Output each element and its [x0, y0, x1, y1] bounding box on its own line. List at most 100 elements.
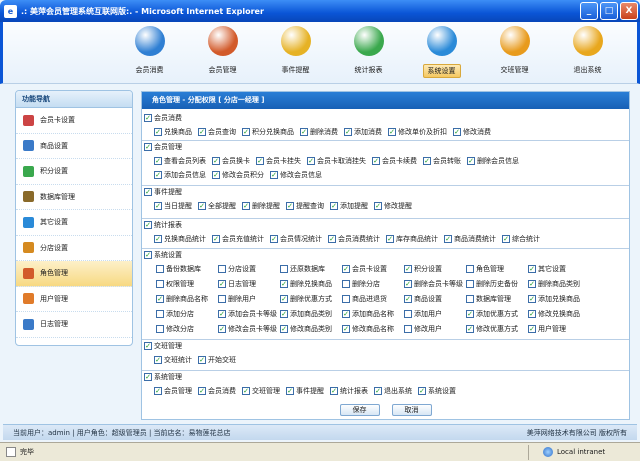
permission-checkbox[interactable]: ✓ [528, 295, 536, 303]
permission-item[interactable]: ✓ 添加商品类别 [280, 309, 332, 319]
permission-checkbox[interactable]: ✓ [502, 235, 510, 243]
permission-checkbox[interactable]: ✓ [242, 128, 250, 136]
permission-item[interactable]: 分店设置 [218, 264, 256, 274]
sidebar-item-0[interactable]: 会员卡设置 [16, 108, 132, 134]
permission-checkbox[interactable]: ✓ [154, 387, 162, 395]
permission-item[interactable]: ✓ 会员管理 [154, 386, 192, 396]
permission-checkbox[interactable]: ✓ [344, 128, 352, 136]
permission-item[interactable]: ✓ 商品消费统计 [444, 234, 496, 244]
permission-item[interactable]: ✓ 积分兑换商品 [242, 127, 294, 137]
permission-item[interactable]: ✓ 会员换卡 [212, 156, 250, 166]
permission-checkbox[interactable]: ✓ [330, 387, 338, 395]
permission-checkbox[interactable]: ✓ [328, 235, 336, 243]
permission-item[interactable]: ✓ 库存商品统计 [386, 234, 438, 244]
permission-checkbox[interactable]: ✓ [242, 387, 250, 395]
permission-item[interactable]: ✓ 会员情况统计 [270, 234, 322, 244]
permission-item[interactable]: ✓ 添加优惠方式 [466, 309, 518, 319]
permission-checkbox[interactable]: ✓ [423, 157, 431, 165]
permission-item[interactable]: ✓ 日志管理 [218, 279, 256, 289]
permission-item[interactable]: ✓ 修改会员卡等级 [218, 324, 277, 334]
permission-item[interactable]: ✓ 修改商品名称 [342, 324, 394, 334]
permission-item[interactable]: ✓ 会员卡挂失 [256, 156, 301, 166]
permission-item[interactable]: ✓ 用户管理 [528, 324, 566, 334]
permission-checkbox[interactable]: ✓ [218, 280, 226, 288]
permission-item[interactable]: 添加分店 [156, 309, 194, 319]
permission-checkbox[interactable]: ✓ [198, 128, 206, 136]
nav-item-5[interactable]: 交班管理 [478, 22, 551, 84]
permission-item[interactable]: ✓ 修改优惠方式 [466, 324, 518, 334]
permission-checkbox[interactable]: ✓ [528, 325, 536, 333]
permission-item[interactable]: 商品进退货 [342, 294, 387, 304]
permission-item[interactable]: 修改用户 [404, 324, 442, 334]
permission-checkbox[interactable]: ✓ [270, 235, 278, 243]
permission-checkbox[interactable]: ✓ [154, 235, 162, 243]
permission-checkbox[interactable] [280, 265, 288, 273]
permission-checkbox[interactable] [342, 280, 350, 288]
permission-checkbox[interactable]: ✓ [198, 356, 206, 364]
permission-item[interactable]: ✓ 统计报表 [330, 386, 368, 396]
section-title[interactable]: ✓ 会员消费 [144, 113, 182, 123]
permission-item[interactable]: 删除历史备份 [466, 279, 518, 289]
permission-checkbox[interactable]: ✓ [154, 128, 162, 136]
nav-item-6[interactable]: 退出系统 [551, 22, 624, 84]
permission-item[interactable]: 还原数据库 [280, 264, 325, 274]
permission-checkbox[interactable] [218, 265, 226, 273]
permission-checkbox[interactable] [156, 310, 164, 318]
permission-item[interactable]: ✓ 会员卡续费 [372, 156, 417, 166]
permission-item[interactable]: ✓ 交班管理 [242, 386, 280, 396]
section-title[interactable]: ✓ 会员管理 [144, 142, 182, 152]
permission-item[interactable]: ✓ 修改消费 [453, 127, 491, 137]
nav-item-2[interactable]: 事件提醒 [259, 22, 332, 84]
permission-item[interactable]: 修改分店 [156, 324, 194, 334]
permission-checkbox[interactable]: ✓ [280, 295, 288, 303]
permission-item[interactable]: ✓ 系统设置 [418, 386, 456, 396]
permission-item[interactable]: ✓ 商品设置 [404, 294, 442, 304]
permission-checkbox[interactable]: ✓ [528, 280, 536, 288]
permission-item[interactable]: ✓ 提醒查询 [286, 201, 324, 211]
sidebar-item-1[interactable]: 商品设置 [16, 134, 132, 159]
permission-checkbox[interactable]: ✓ [386, 235, 394, 243]
permission-checkbox[interactable]: ✓ [466, 310, 474, 318]
permission-item[interactable]: ✓ 事件提醒 [286, 386, 324, 396]
permission-checkbox[interactable]: ✓ [466, 325, 474, 333]
permission-item[interactable]: ✓ 会员消费 [198, 386, 236, 396]
close-button[interactable]: X [620, 2, 638, 20]
permission-item[interactable]: ✓ 会员查询 [198, 127, 236, 137]
permission-item[interactable]: ✓ 积分设置 [404, 264, 442, 274]
permission-item[interactable]: ✓ 查看会员列表 [154, 156, 206, 166]
section-checkbox[interactable]: ✓ [144, 143, 152, 151]
permission-item[interactable]: ✓ 删除优惠方式 [280, 294, 332, 304]
permission-checkbox[interactable]: ✓ [286, 387, 294, 395]
permission-item[interactable]: ✓ 修改单价及折扣 [388, 127, 447, 137]
permission-item[interactable]: ✓ 添加会员卡等级 [218, 309, 277, 319]
permission-checkbox[interactable]: ✓ [154, 202, 162, 210]
permission-item[interactable]: ✓ 修改会员积分 [212, 170, 264, 180]
section-checkbox[interactable]: ✓ [144, 251, 152, 259]
permission-checkbox[interactable]: ✓ [528, 310, 536, 318]
permission-item[interactable]: ✓ 退出系统 [374, 386, 412, 396]
permission-checkbox[interactable] [156, 280, 164, 288]
section-title[interactable]: ✓ 事件提醒 [144, 187, 182, 197]
permission-item[interactable]: ✓ 综合统计 [502, 234, 540, 244]
permission-checkbox[interactable]: ✓ [404, 265, 412, 273]
maximize-button[interactable]: □ [600, 2, 618, 20]
permission-item[interactable]: ✓ 兑换商品统计 [154, 234, 206, 244]
permission-item[interactable]: ✓ 添加商品名称 [342, 309, 394, 319]
permission-checkbox[interactable]: ✓ [218, 325, 226, 333]
permission-item[interactable]: ✓ 添加消费 [344, 127, 382, 137]
section-checkbox[interactable]: ✓ [144, 188, 152, 196]
permission-item[interactable]: ✓ 修改提醒 [374, 201, 412, 211]
permission-item[interactable]: ✓ 删除商品名称 [156, 294, 208, 304]
nav-item-4[interactable]: 系统设置 [405, 22, 478, 84]
permission-checkbox[interactable]: ✓ [256, 157, 264, 165]
permission-item[interactable]: ✓ 修改会员信息 [270, 170, 322, 180]
permission-checkbox[interactable]: ✓ [404, 295, 412, 303]
permission-checkbox[interactable]: ✓ [154, 356, 162, 364]
nav-item-0[interactable]: 会员消费 [113, 22, 186, 84]
section-title[interactable]: ✓ 交班管理 [144, 341, 182, 351]
permission-item[interactable]: ✓ 添加兑换商品 [528, 294, 580, 304]
permission-checkbox[interactable]: ✓ [242, 202, 250, 210]
permission-checkbox[interactable] [404, 325, 412, 333]
permission-checkbox[interactable]: ✓ [286, 202, 294, 210]
permission-item[interactable]: ✓ 删除商品类别 [528, 279, 580, 289]
